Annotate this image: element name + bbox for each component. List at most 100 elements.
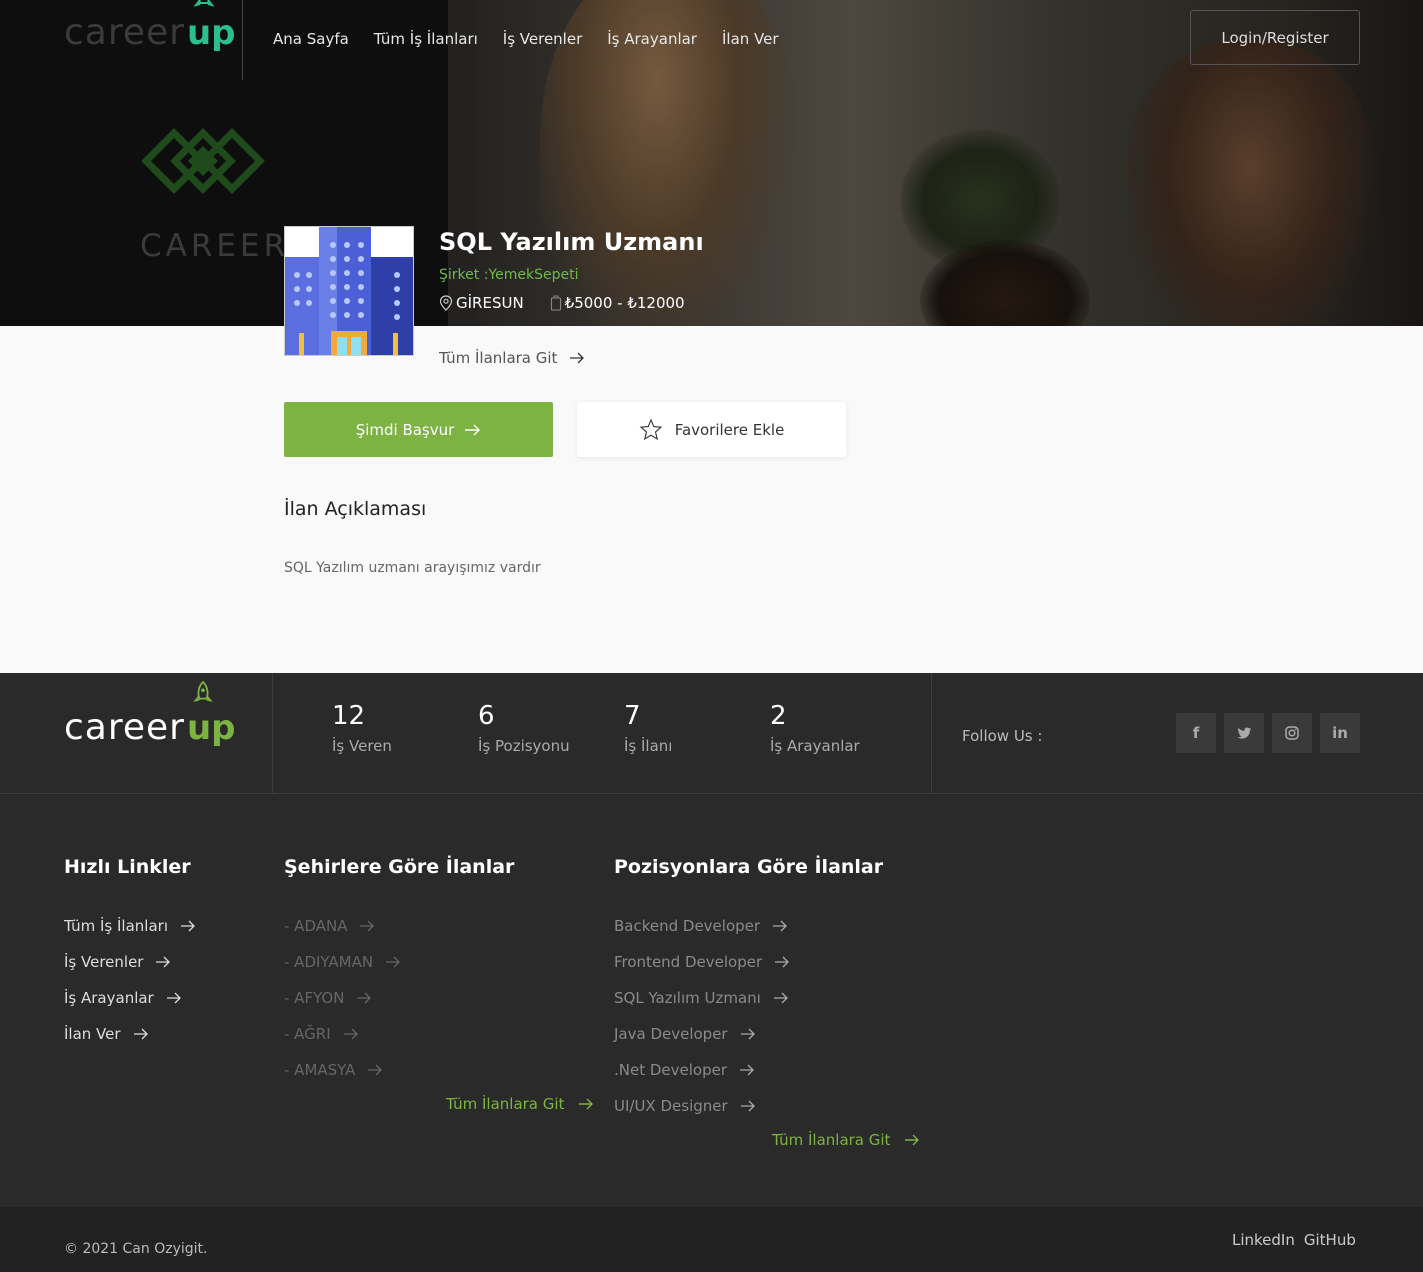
twitter-icon[interactable] — [1224, 713, 1264, 753]
twitter-bird-icon — [1237, 726, 1251, 739]
cities-list: - ADANA - ADIYAMAN - AFYON - AĞRI - AMAS… — [284, 908, 401, 1088]
instagram-icon[interactable] — [1272, 713, 1312, 753]
add-to-favorites-button[interactable]: Favorilere Ekle — [577, 402, 846, 457]
stat-label: İş Pozisyonu — [478, 737, 570, 755]
follow-us-label: Follow Us : — [962, 727, 1043, 745]
arrow-right-icon — [360, 920, 375, 932]
arrow-right-icon — [368, 1064, 383, 1076]
arrow-right-icon — [905, 1134, 920, 1146]
footer-brand-accent: up — [187, 680, 236, 748]
arrow-right-icon — [166, 992, 181, 1004]
arrow-right-icon — [579, 1098, 594, 1110]
nav-divider — [242, 0, 243, 80]
copyright-text: © 2021 Can Ozyigit. — [64, 1241, 208, 1257]
position-link-label: SQL Yazılım Uzmanı — [614, 989, 761, 1007]
stat-label: İş İlanı — [624, 737, 673, 755]
brand-text: career — [64, 12, 185, 53]
nav-link-employers[interactable]: İş Verenler — [503, 30, 582, 48]
job-title: SQL Yazılım Uzmanı — [439, 228, 704, 256]
top-navbar: career up Ana Sayfa Tüm İş İlanları İş V… — [0, 0, 1423, 80]
arrow-right-icon — [740, 1028, 755, 1040]
company-logo — [284, 226, 414, 356]
quick-link-post-job[interactable]: İlan Ver — [64, 1016, 196, 1052]
quick-link-label: İlan Ver — [64, 1025, 121, 1043]
apply-now-label: Şimdi Başvur — [355, 420, 455, 439]
city-link-label: - AĞRI — [284, 1025, 331, 1043]
city-link-label: - AMASYA — [284, 1061, 356, 1079]
position-link-label: .Net Developer — [614, 1061, 728, 1079]
arrow-right-icon — [386, 956, 401, 968]
arrow-right-icon — [740, 1100, 755, 1112]
quick-links-title: Hızlı Linkler — [64, 856, 191, 878]
stat-job-postings: 7 İş İlanı — [624, 701, 672, 755]
position-link[interactable]: Backend Developer — [614, 908, 790, 944]
description-text: SQL Yazılım uzmanı arayışımız vardır — [284, 560, 541, 576]
bottom-links: LinkedIn GitHub — [1232, 1231, 1356, 1249]
arrow-right-icon — [570, 352, 585, 364]
company-name[interactable]: Şirket :YemekSepeti — [439, 267, 578, 283]
position-link-label: Backend Developer — [614, 917, 761, 935]
job-location: GİRESUN — [439, 294, 524, 312]
rocket-icon — [193, 0, 215, 7]
arrow-right-icon — [773, 920, 787, 932]
city-link[interactable]: - ADANA — [284, 908, 401, 944]
city-link[interactable]: - AMASYA — [284, 1052, 401, 1088]
position-link[interactable]: Frontend Developer — [614, 944, 790, 980]
arrow-right-icon — [180, 920, 195, 932]
city-link-label: - ADANA — [284, 917, 348, 935]
login-register-button[interactable]: Login/Register — [1190, 10, 1360, 65]
job-city: GİRESUN — [456, 294, 524, 312]
quick-link-employers[interactable]: İş Verenler — [64, 944, 196, 980]
city-link[interactable]: - AFYON — [284, 980, 401, 1016]
position-link[interactable]: SQL Yazılım Uzmanı — [614, 980, 790, 1016]
footer: Hızlı Linkler Tüm İş İlanları İş Verenle… — [0, 794, 1423, 1207]
arrow-right-icon — [465, 424, 481, 435]
copyright-bar: © 2021 Can Ozyigit. LinkedIn GitHub — [0, 1207, 1423, 1272]
city-link-label: - ADIYAMAN — [284, 953, 374, 971]
stat-positions: 6 İş Pozisyonu — [478, 701, 570, 755]
nav-link-job-seekers[interactable]: İş Arayanlar — [607, 30, 697, 48]
arrow-right-icon — [343, 1028, 358, 1040]
city-link[interactable]: - AĞRI — [284, 1016, 401, 1052]
position-link[interactable]: UI/UX Designer — [614, 1088, 790, 1124]
brand-accent: up — [187, 0, 236, 53]
stat-value: 12 — [332, 701, 366, 731]
apply-now-button[interactable]: Şimdi Başvur — [284, 402, 553, 457]
description-title: İlan Açıklaması — [284, 498, 427, 520]
building-icon — [285, 227, 413, 355]
position-link[interactable]: Java Developer — [614, 1016, 790, 1052]
quick-link-all-jobs[interactable]: Tüm İş İlanları — [64, 908, 196, 944]
nav-links: Ana Sayfa Tüm İş İlanları İş Verenler İş… — [273, 30, 804, 48]
facebook-icon[interactable]: f — [1176, 713, 1216, 753]
stat-job-seekers: 2 İş Arayanlar — [770, 701, 860, 755]
position-link-label: Frontend Developer — [614, 953, 763, 971]
add-to-favorites-label: Favorilere Ekle — [674, 420, 785, 439]
quick-links-list: Tüm İş İlanları İş Verenler İş Arayanlar… — [64, 908, 196, 1052]
position-link[interactable]: .Net Developer — [614, 1052, 790, 1088]
stat-value: 7 — [624, 701, 641, 731]
linkedin-icon[interactable]: in — [1320, 713, 1360, 753]
map-pin-icon — [439, 295, 453, 311]
github-link[interactable]: GitHub — [1304, 1231, 1356, 1249]
stats-divider — [931, 673, 932, 794]
job-meta: GİRESUN ₺5000 - ₺12000 — [439, 294, 685, 312]
city-link[interactable]: - ADIYAMAN — [284, 944, 401, 980]
arrow-right-icon — [773, 992, 788, 1004]
nav-link-all-jobs[interactable]: Tüm İş İlanları — [374, 30, 478, 48]
nav-link-post-job[interactable]: İlan Ver — [722, 30, 779, 48]
positions-title: Pozisyonlara Göre İlanlar — [614, 856, 884, 878]
quick-link-label: Tüm İş İlanları — [64, 917, 168, 935]
brand-logo[interactable]: career up — [64, 0, 236, 53]
positions-all-jobs-label: Tüm İlanlara Git — [772, 1131, 891, 1149]
city-link-label: - AFYON — [284, 989, 345, 1007]
nav-link-home[interactable]: Ana Sayfa — [273, 30, 349, 48]
stats-divider — [272, 673, 273, 794]
quick-link-job-seekers[interactable]: İş Arayanlar — [64, 980, 196, 1016]
all-jobs-link[interactable]: Tüm İlanlara Git — [439, 349, 585, 367]
arrow-right-icon — [775, 956, 790, 968]
arrow-right-icon — [133, 1028, 148, 1040]
cities-all-jobs-link[interactable]: Tüm İlanlara Git — [446, 1095, 594, 1113]
linkedin-link[interactable]: LinkedIn — [1232, 1231, 1295, 1249]
positions-all-jobs-link[interactable]: Tüm İlanlara Git — [772, 1131, 920, 1149]
footer-brand-logo[interactable]: career up — [64, 680, 236, 748]
